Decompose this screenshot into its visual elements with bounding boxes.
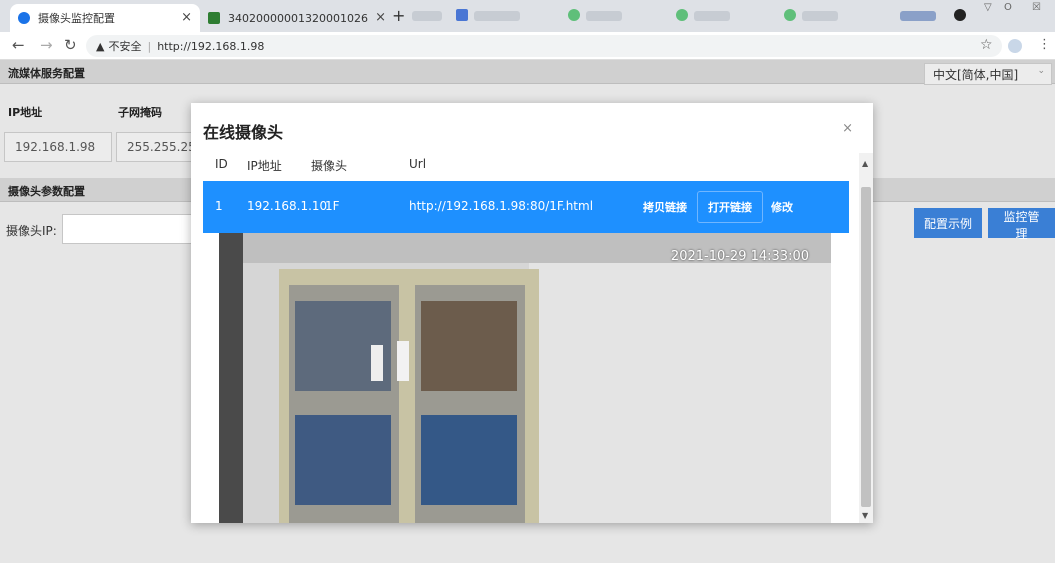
chevron-down-icon: ⌄ xyxy=(1037,66,1045,76)
scroll-down-icon[interactable]: ▼ xyxy=(862,511,868,520)
extension-icon[interactable] xyxy=(1008,39,1022,53)
video-timestamp: 2021-10-29 14:33:00 xyxy=(670,249,809,264)
row-camera: 1F xyxy=(325,199,340,213)
camera-ip-label: 摄像头IP: xyxy=(6,224,57,238)
security-label: 不安全 xyxy=(108,40,142,53)
camera-frame-image xyxy=(219,233,831,523)
config-example-button[interactable]: 配置示例 xyxy=(914,208,983,238)
new-tab-button[interactable]: + xyxy=(392,6,405,25)
url-separator: | xyxy=(147,39,152,53)
tab-camera-config[interactable]: 摄像头监控配置 × xyxy=(10,4,200,32)
blurred-tab[interactable] xyxy=(586,11,622,21)
bookmark-star-icon[interactable]: ☆ xyxy=(980,37,993,53)
ip-field[interactable]: 192.168.1.98 xyxy=(4,132,112,162)
browser-tab-strip: 摄像头监控配置 × 34020000001320001026 × + ▽ O ☒ xyxy=(0,0,1055,32)
blurred-tab[interactable] xyxy=(900,11,936,21)
close-icon[interactable]: × xyxy=(842,121,853,136)
blurred-tab[interactable] xyxy=(694,11,730,21)
row-url: http://192.168.1.98:80/1F.html xyxy=(409,199,594,213)
blurred-tab[interactable] xyxy=(412,11,442,21)
row-id: 1 xyxy=(215,199,223,213)
table-row[interactable]: 1 192.168.1.10 1F http://192.168.1.98:80… xyxy=(203,181,849,233)
reload-icon[interactable]: ↻ xyxy=(64,36,77,54)
close-tab-icon[interactable]: × xyxy=(181,10,192,25)
column-header-camera: 摄像头 xyxy=(311,159,348,173)
scroll-up-icon[interactable]: ▲ xyxy=(862,159,868,168)
blurred-tab[interactable] xyxy=(474,11,520,21)
column-header-ip: IP地址 xyxy=(247,159,282,173)
warning-icon: ▲ xyxy=(96,39,105,53)
camera-video-feed: 2021-10-29 14:33:00 xyxy=(219,233,831,523)
open-link-button[interactable]: 打开链接 xyxy=(697,191,763,223)
scrollbar-thumb[interactable] xyxy=(861,187,871,507)
edit-button[interactable]: 修改 xyxy=(771,199,793,215)
blurred-tab-icon xyxy=(676,9,688,21)
url-text: http://192.168.1.98 xyxy=(157,39,265,53)
language-select[interactable]: 中文[简体,中国] ⌄ xyxy=(924,63,1052,85)
restore-icon[interactable]: O xyxy=(1004,2,1012,13)
online-camera-dialog: 在线摄像头 × ID IP地址 摄像头 Url 1 192.168.1.10 1… xyxy=(191,103,873,523)
streaming-section-header: 流媒体服务配置 xyxy=(0,60,1055,84)
monitor-manage-button[interactable]: 监控管理 xyxy=(988,208,1055,241)
column-header-id: ID xyxy=(215,157,228,171)
url-field[interactable]: ▲ 不安全 | http://192.168.1.98 xyxy=(86,35,1002,57)
stream-favicon-icon xyxy=(208,12,220,24)
close-window-icon[interactable]: ☒ xyxy=(1032,2,1041,13)
column-header-url: Url xyxy=(409,157,427,171)
table-header: ID IP地址 摄像头 Url xyxy=(203,153,861,179)
dialog-title: 在线摄像头 xyxy=(203,123,284,142)
browser-menu-icon[interactable]: ⋮ xyxy=(1038,37,1051,52)
dialog-scrollbar[interactable]: ▲ ▼ xyxy=(859,153,873,523)
minimize-icon[interactable]: ▽ xyxy=(984,2,992,13)
blurred-tab[interactable] xyxy=(802,11,838,21)
blurred-tab-icon xyxy=(784,9,796,21)
tab-camera-stream[interactable]: 34020000001320001026 × xyxy=(200,4,390,32)
camera-ip-input[interactable] xyxy=(62,214,202,244)
app-favicon-icon xyxy=(18,12,30,24)
forward-icon[interactable]: → xyxy=(40,36,53,54)
back-icon[interactable]: ← xyxy=(12,36,25,54)
close-tab-icon[interactable]: × xyxy=(375,10,386,25)
profile-icon[interactable] xyxy=(954,9,966,21)
row-ip: 192.168.1.10 xyxy=(247,199,328,213)
tab-title: 34020000001320001026 xyxy=(228,11,368,25)
blurred-tab-icon xyxy=(568,9,580,21)
address-bar: ← → ↻ ▲ 不安全 | http://192.168.1.98 ☆ ⋮ xyxy=(0,32,1055,60)
copy-link-button[interactable]: 拷贝链接 xyxy=(643,199,687,215)
blurred-tab-icon xyxy=(456,9,468,21)
mask-label: 子网掩码 xyxy=(118,106,162,119)
ip-label: IP地址 xyxy=(8,106,43,119)
language-value: 中文[简体,中国] xyxy=(933,68,1019,82)
tab-title: 摄像头监控配置 xyxy=(38,12,115,25)
